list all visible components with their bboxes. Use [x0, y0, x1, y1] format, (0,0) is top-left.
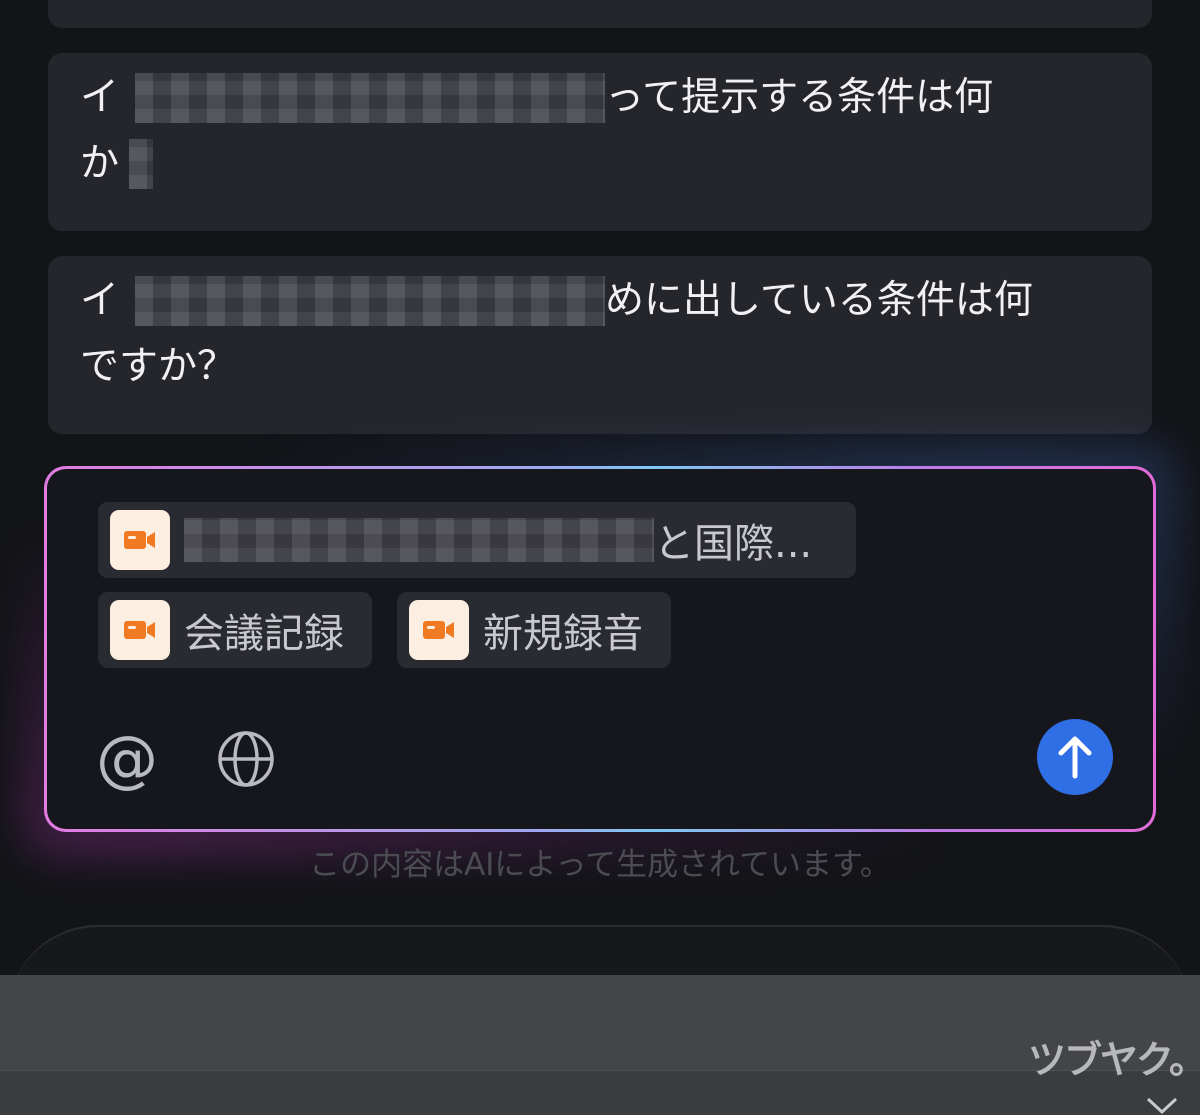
pixelated-redaction	[135, 73, 606, 123]
globe-icon	[218, 731, 274, 787]
mention-button[interactable]: @	[95, 727, 159, 791]
attachment-chip-2[interactable]: 会議記録	[98, 592, 372, 668]
suggestion-2-line2: ですか？	[80, 344, 237, 389]
attachment-3-label: 新規録音	[483, 611, 643, 657]
ai-disclaimer: この内容はAIによって生成されています。	[309, 847, 891, 883]
suggestion-card-2[interactable]: イ めに出している条件は何 ですか？	[48, 256, 1152, 434]
video-camera-icon	[409, 600, 469, 660]
attachment-1-label: と国際...	[654, 521, 813, 567]
attachment-2-label: 会議記録	[184, 611, 344, 657]
web-search-button[interactable]	[214, 727, 278, 791]
suggestion-card-partial[interactable]	[48, 0, 1152, 28]
pixelated-redaction	[135, 276, 606, 326]
arrow-up-icon	[1058, 736, 1092, 779]
attachment-chip-1[interactable]: と国際...	[98, 502, 856, 578]
suggestion-1-text: って提示する条件は何	[605, 75, 994, 120]
watermark-logo: ツブヤク。	[1028, 1038, 1200, 1082]
pixelated-redaction	[129, 139, 154, 189]
at-sign-icon: @	[96, 722, 158, 795]
send-button[interactable]	[1037, 719, 1113, 795]
suggestion-2-text: めに出している条件は何	[605, 278, 1033, 323]
bottom-strip	[0, 1070, 1200, 1115]
suggestion-card-1[interactable]: イ って提示する条件は何 か	[48, 53, 1152, 231]
suggestion-2-prefix: イ	[80, 278, 120, 323]
chevron-down-icon[interactable]	[1145, 1096, 1179, 1115]
pixelated-redaction	[184, 518, 654, 562]
bottom-toolbar	[0, 975, 1200, 1070]
suggestion-1-prefix: イ	[80, 75, 120, 120]
chat-composer[interactable]: と国際... 会議記録 新規録音 @	[44, 466, 1156, 832]
video-camera-icon	[110, 600, 170, 660]
chat-screen: イ って提示する条件は何 か イ めに出している条件は何 ですか？ と国際...	[0, 0, 1200, 1115]
suggestion-1-line2: か	[80, 141, 120, 186]
video-camera-icon	[110, 510, 170, 570]
attachment-chip-3[interactable]: 新規録音	[397, 592, 671, 668]
